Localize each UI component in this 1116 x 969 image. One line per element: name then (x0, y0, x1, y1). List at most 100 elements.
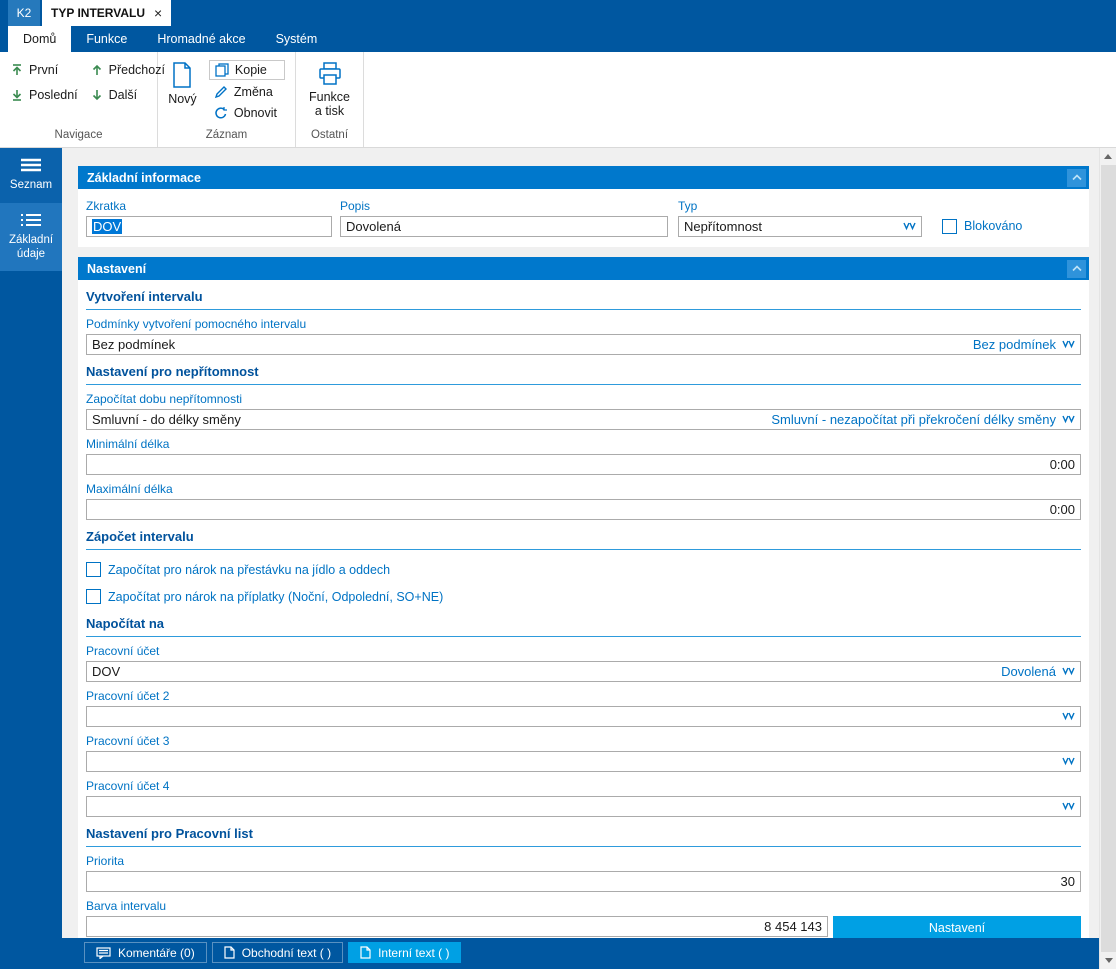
first-record-button[interactable]: První (10, 63, 78, 77)
collapse-button[interactable] (1067, 168, 1086, 187)
zkratka-input[interactable]: DOV (86, 216, 332, 237)
tab-komentare[interactable]: Komentáře (0) (84, 942, 207, 963)
collapse-button[interactable] (1067, 259, 1086, 278)
min-delka-label: Minimální délka (86, 437, 170, 451)
copy-record-button[interactable]: Kopie (208, 60, 285, 80)
priorita-input[interactable]: 30 (86, 871, 1081, 892)
dropdown-icon (1062, 802, 1075, 811)
section-nastaveni-pro-nepritomnost: Nastavení pro nepřítomnost (86, 364, 1081, 385)
popis-value: Dovolená (346, 219, 401, 234)
section-nastaveni-pro-pracovni-list: Nastavení pro Pracovní list (86, 826, 1081, 847)
group-label-ostatni: Ostatní (310, 129, 349, 141)
refresh-icon (214, 106, 228, 120)
max-delka-input[interactable]: 0:00 (86, 499, 1081, 520)
podminky-dropdown[interactable]: Bez podmínek Bez podmínek (86, 334, 1081, 355)
scrollbar-down-button[interactable] (1100, 952, 1116, 969)
priorita-label: Priorita (86, 854, 125, 868)
typ-dropdown[interactable]: Nepřítomnost (678, 216, 922, 237)
panel-nastaveni: Nastavení Vytvoření intervalu Podmínky v… (78, 257, 1089, 951)
tab-obchodni-text[interactable]: Obchodní text ( ) (211, 942, 344, 963)
podminky-value: Bez podmínek (92, 337, 176, 352)
max-delka-value: 0:00 (1049, 502, 1075, 517)
blokovano-checkbox[interactable] (942, 218, 957, 234)
new-record-button[interactable]: Nový (168, 58, 197, 129)
ribbon-group-zaznam: Nový Kopie Změna Obnovit Záznam (158, 52, 296, 147)
close-icon[interactable]: × (154, 6, 162, 20)
next-record-button[interactable]: Další (90, 88, 165, 102)
document-tab-label: TYP INTERVALU (51, 6, 146, 20)
blokovano-field: Blokováno (942, 215, 1022, 237)
ribbon-tab-funkce[interactable]: Funkce (71, 26, 142, 52)
pracovni-ucet-4-dropdown[interactable] (86, 796, 1081, 817)
app-tab-k2[interactable]: K2 (8, 0, 40, 26)
prestavka-checkbox[interactable] (86, 562, 101, 577)
dropdown-icon (1062, 340, 1075, 349)
main-area: Seznam Základní údaje Základní informace… (0, 148, 1116, 969)
comment-icon (96, 946, 111, 959)
dropdown-icon (1062, 415, 1075, 424)
ribbon-group-navigace: První Poslední Předchozí Další Navigace (0, 52, 165, 147)
dropdown-icon (1062, 667, 1075, 676)
scrollbar-up-icon (1104, 154, 1112, 159)
pracovni-ucet-2-dropdown[interactable] (86, 706, 1081, 727)
panel-header-nastaveni[interactable]: Nastavení (78, 257, 1089, 280)
last-label: Poslední (29, 88, 78, 102)
zapocitat-dobu-dropdown[interactable]: Smluvní - do délky směny Smluvní - nezap… (86, 409, 1081, 430)
min-delka-input[interactable]: 0:00 (86, 454, 1081, 475)
scrollbar-down-icon (1104, 958, 1113, 963)
document-icon (224, 946, 235, 959)
last-record-button[interactable]: Poslední (10, 88, 78, 102)
next-icon (90, 88, 104, 102)
sidebar-item-seznam[interactable]: Seznam (0, 148, 62, 203)
barva-intervalu-value: 8 454 143 (764, 919, 822, 934)
min-delka-value: 0:00 (1049, 457, 1075, 472)
content-area: Základní informace Zkratka DOV Popis Dov… (62, 148, 1099, 969)
previous-record-button[interactable]: Předchozí (90, 63, 165, 77)
ribbon-tab-hromadne-akce[interactable]: Hromadné akce (142, 26, 260, 52)
tab-komentare-label: Komentáře (0) (118, 945, 195, 960)
pracovni-ucet-dropdown[interactable]: DOV Dovolená (86, 661, 1081, 682)
zkratka-value: DOV (92, 219, 123, 234)
chk-priplatky-field: Započítat pro nárok na příplatky (Noční,… (86, 589, 1081, 604)
left-sidebar: Seznam Základní údaje (0, 148, 62, 969)
popis-input[interactable]: Dovolená (340, 216, 668, 237)
new-label: Nový (168, 92, 197, 106)
ribbon-tab-system[interactable]: Systém (261, 26, 333, 52)
max-delka-label: Maximální délka (86, 482, 173, 496)
panel-header-zakladni-informace[interactable]: Základní informace (78, 166, 1089, 189)
scrollbar-thumb[interactable] (1101, 165, 1116, 952)
tab-interni-text[interactable]: Interní text ( ) (348, 942, 462, 963)
pracovni-ucet-3-label: Pracovní účet 3 (86, 734, 170, 748)
section-napocitat-na: Napočítat na (86, 616, 1081, 637)
first-label: První (29, 63, 59, 77)
printer-icon (317, 61, 343, 87)
barva-intervalu-input[interactable]: 8 454 143 (86, 916, 828, 937)
panel-title: Nastavení (87, 261, 147, 276)
barva-nastaveni-button[interactable]: Nastavení (833, 916, 1081, 939)
group-label-zaznam: Záznam (205, 129, 248, 141)
change-record-button[interactable]: Změna (209, 83, 285, 101)
ribbon-tab-strip: Domů Funkce Hromadné akce Systém (0, 26, 1116, 52)
scrollbar-up-button[interactable] (1100, 148, 1116, 165)
tab-obchodni-text-label: Obchodní text ( ) (241, 945, 332, 960)
vertical-scrollbar[interactable] (1099, 148, 1116, 969)
section-zapocet-intervalu: Zápočet intervalu (86, 529, 1081, 550)
pracovni-ucet-2-label: Pracovní účet 2 (86, 689, 170, 703)
pracovni-ucet-3-dropdown[interactable] (86, 751, 1081, 772)
bottom-tab-bar: Komentáře (0) Obchodní text ( ) Interní … (62, 938, 1099, 969)
priorita-value: 30 (1060, 874, 1075, 889)
new-document-icon (170, 61, 194, 89)
barva-intervalu-label: Barva intervalu (86, 899, 167, 913)
ribbon-tab-domu[interactable]: Domů (8, 26, 72, 52)
previous-icon (90, 63, 104, 77)
copy-icon (215, 63, 229, 77)
function-print-button[interactable]: Funkce a tisk (306, 58, 353, 129)
dropdown-icon (903, 222, 916, 231)
document-tab[interactable]: TYP INTERVALU × (42, 0, 172, 26)
ribbon-group-ostatni: Funkce a tisk Ostatní (296, 52, 364, 147)
priplatky-checkbox[interactable] (86, 589, 101, 604)
pracovni-ucet-desc: Dovolená (1001, 664, 1056, 679)
refresh-button[interactable]: Obnovit (209, 104, 285, 122)
sidebar-item-zakladni-udaje[interactable]: Základní údaje (0, 202, 62, 272)
panel-zakladni-informace: Základní informace Zkratka DOV Popis Dov… (78, 166, 1089, 247)
